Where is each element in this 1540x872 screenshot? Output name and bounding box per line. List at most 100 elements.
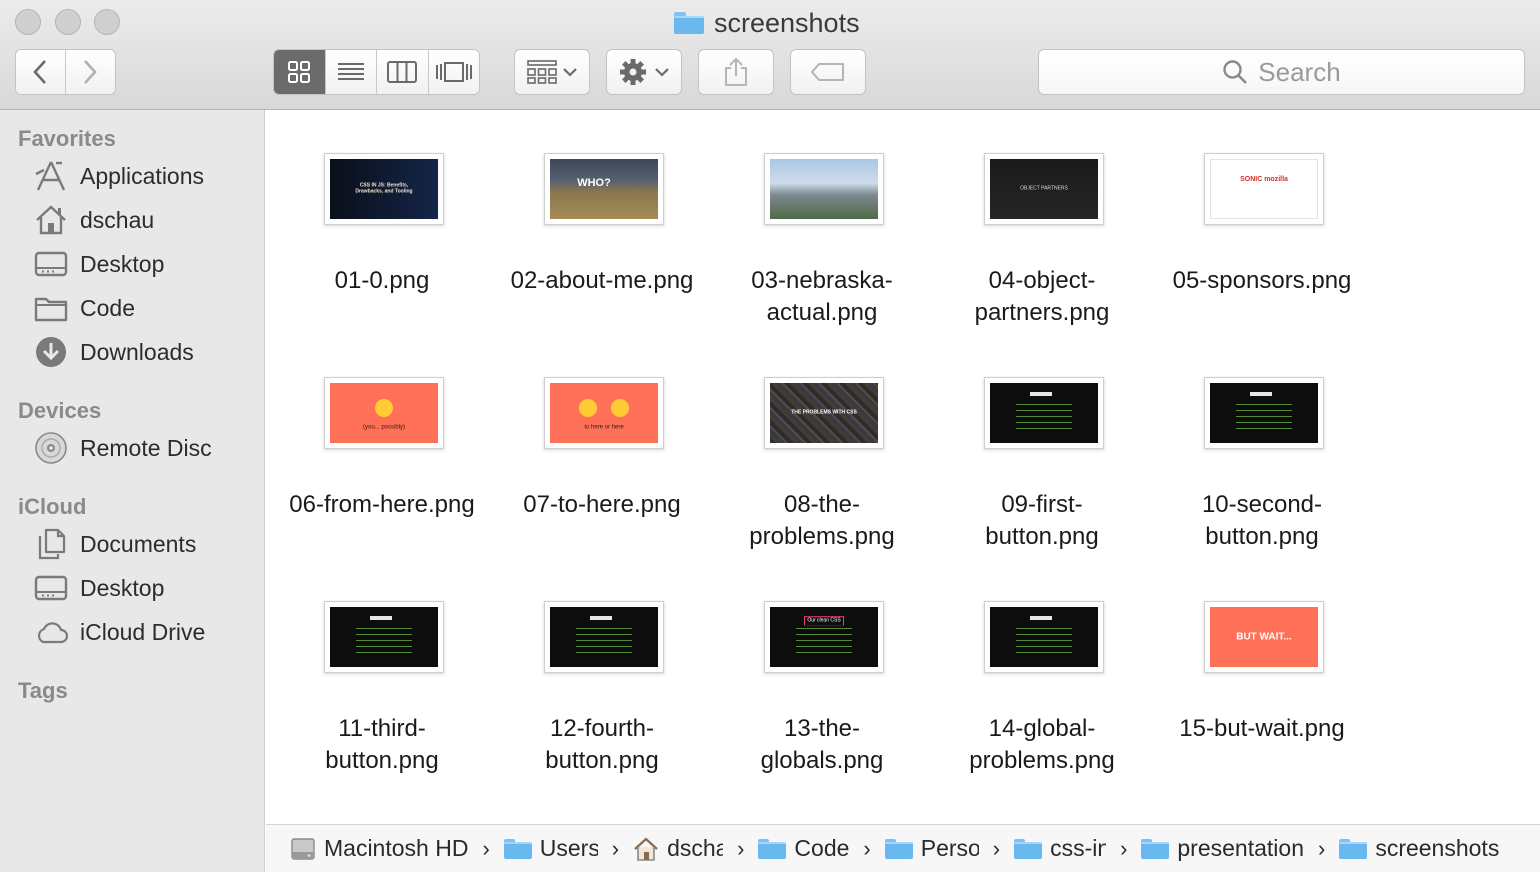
file-thumbnail-image <box>330 607 438 667</box>
file-thumbnail-image: Our clean CSS <box>770 607 878 667</box>
path-crumb-dschau[interactable]: dschau <box>633 835 723 862</box>
thumbnail-caption: SONIC mozilla <box>1240 176 1288 184</box>
navigation-buttons <box>15 49 116 95</box>
sidebar-item-applications[interactable]: Applications <box>34 156 204 196</box>
file-thumbnail[interactable]: OBJECT PARTNERS <box>984 153 1104 225</box>
thumbnail-caption: WHO? <box>577 176 611 189</box>
cover-flow-icon <box>435 62 472 82</box>
cover-flow-view-button[interactable] <box>428 50 479 94</box>
file-thumbnail[interactable]: Our clean CSS <box>764 601 884 673</box>
file-thumbnail-image: BUT WAIT... <box>1210 607 1318 667</box>
folder-icon <box>674 12 704 34</box>
emoji-icon <box>375 399 393 417</box>
search-placeholder: Search <box>1258 56 1341 87</box>
folder-icon <box>1339 838 1368 859</box>
tag-button[interactable] <box>790 49 866 95</box>
file-thumbnail[interactable]: THE PROBLEMS WITH CSS <box>764 377 884 449</box>
action-menu-button[interactable] <box>606 49 682 95</box>
icon-view-button[interactable] <box>274 50 326 94</box>
file-thumbnail[interactable]: CSS IN JS: Benefits, Drawbacks, and Tool… <box>324 153 444 225</box>
code-lines <box>1016 625 1072 655</box>
file-thumbnail[interactable] <box>544 601 664 673</box>
file-thumbnail[interactable]: BUT WAIT... <box>1204 601 1324 673</box>
file-name: 02-about-me.png <box>492 265 712 297</box>
list-view-button[interactable] <box>325 50 377 94</box>
path-separator-icon: › <box>863 835 871 861</box>
desktop-icon <box>34 247 68 281</box>
file-name: 06-from-here.png <box>272 489 492 521</box>
window-toolbar: screenshots Search <box>0 0 1540 110</box>
file-thumbnail[interactable] <box>764 153 884 225</box>
file-thumbnail-image: CSS IN JS: Benefits, Drawbacks, and Tool… <box>330 159 438 219</box>
file-name-line: 08-the- <box>783 491 861 518</box>
search-icon <box>1223 60 1248 84</box>
file-name: 12-fourth-button.png <box>492 713 712 777</box>
file-thumbnail[interactable] <box>324 601 444 673</box>
home-icon <box>634 837 658 861</box>
chevron-left-icon <box>33 60 47 84</box>
file-thumbnail[interactable] <box>984 601 1104 673</box>
file-name: 13-the-globals.png <box>712 713 932 777</box>
path-separator-icon: › <box>1317 835 1326 861</box>
code-header-bar <box>1030 392 1052 396</box>
file-name-line: button.png <box>545 747 659 774</box>
file-name-line: 01-0.png <box>334 267 430 294</box>
share-button[interactable] <box>698 49 774 95</box>
file-thumbnail[interactable]: to here or here <box>544 377 664 449</box>
path-crumb-presentation[interactable]: presentation <box>1141 835 1304 862</box>
sidebar-item-remote-disc[interactable]: Remote Disc <box>34 428 212 468</box>
code-header-bar <box>1250 392 1272 396</box>
sidebar-item-desktop[interactable]: Desktop <box>34 244 164 284</box>
path-crumb-css-in-js[interactable]: css-in-js <box>1014 835 1106 862</box>
file-name-line: problems.png <box>969 747 1115 774</box>
sidebar-item-icloud-drive[interactable]: iCloud Drive <box>34 612 205 652</box>
file-thumbnail-image <box>550 607 658 667</box>
back-button[interactable] <box>16 50 66 94</box>
documents-icon <box>34 527 68 561</box>
sidebar-item-downloads[interactable]: Downloads <box>34 332 194 372</box>
file-thumbnail[interactable]: (you... possibly) <box>324 377 444 449</box>
path-crumb-code[interactable]: Code <box>758 835 849 862</box>
sidebar-item-documents[interactable]: Documents <box>34 524 196 564</box>
chevron-down-icon <box>563 68 577 77</box>
file-thumbnail-image: SONIC mozilla <box>1210 159 1318 219</box>
file-name-line: 15-but-wait.png <box>1179 715 1345 742</box>
grid-icon <box>288 61 311 83</box>
sidebar-section-icloud: iCloud <box>18 494 87 519</box>
zoom-window-button[interactable] <box>94 9 120 35</box>
emoji-icon <box>579 399 629 417</box>
gear-icon <box>620 59 646 85</box>
file-name-line: 05-sponsors.png <box>1172 267 1352 294</box>
file-name: 10-second-button.png <box>1152 489 1372 553</box>
forward-button[interactable] <box>65 50 115 94</box>
file-name: 08-the-problems.png <box>712 489 932 553</box>
code-header-bar <box>1030 616 1052 620</box>
path-crumb-personal[interactable]: Personal <box>884 835 979 862</box>
disc-icon <box>34 431 68 465</box>
file-thumbnail[interactable] <box>984 377 1104 449</box>
path-crumb-macintosh-hd[interactable]: Macintosh HD <box>290 835 468 862</box>
view-mode-control <box>273 49 480 95</box>
path-separator-icon: › <box>611 835 620 861</box>
path-crumb-users[interactable]: Users <box>503 835 598 862</box>
file-name-line: partners.png <box>974 299 1110 326</box>
file-name-line: 09-first- <box>1001 491 1083 518</box>
file-thumbnail[interactable]: SONIC mozilla <box>1204 153 1324 225</box>
desktop-icon <box>34 571 68 605</box>
sidebar-item-code[interactable]: Code <box>34 288 135 328</box>
sidebar-item-icloud-desktop[interactable]: Desktop <box>34 568 164 608</box>
column-view-button[interactable] <box>377 50 429 94</box>
path-crumb-screenshots[interactable]: screenshots <box>1339 835 1499 862</box>
file-thumbnail[interactable]: WHO? <box>544 153 664 225</box>
file-thumbnail-image: WHO? <box>550 159 658 219</box>
applications-icon <box>34 159 68 193</box>
sidebar-item-dschau[interactable]: dschau <box>34 200 154 240</box>
search-field[interactable]: Search <box>1038 49 1525 95</box>
chevron-down-icon <box>655 68 669 77</box>
close-window-button[interactable] <box>15 9 41 35</box>
file-thumbnail-image: OBJECT PARTNERS <box>990 159 1098 219</box>
arrange-button[interactable] <box>514 49 590 95</box>
file-thumbnail[interactable] <box>1204 377 1324 449</box>
minimize-window-button[interactable] <box>55 9 81 35</box>
cloud-icon <box>34 615 68 649</box>
